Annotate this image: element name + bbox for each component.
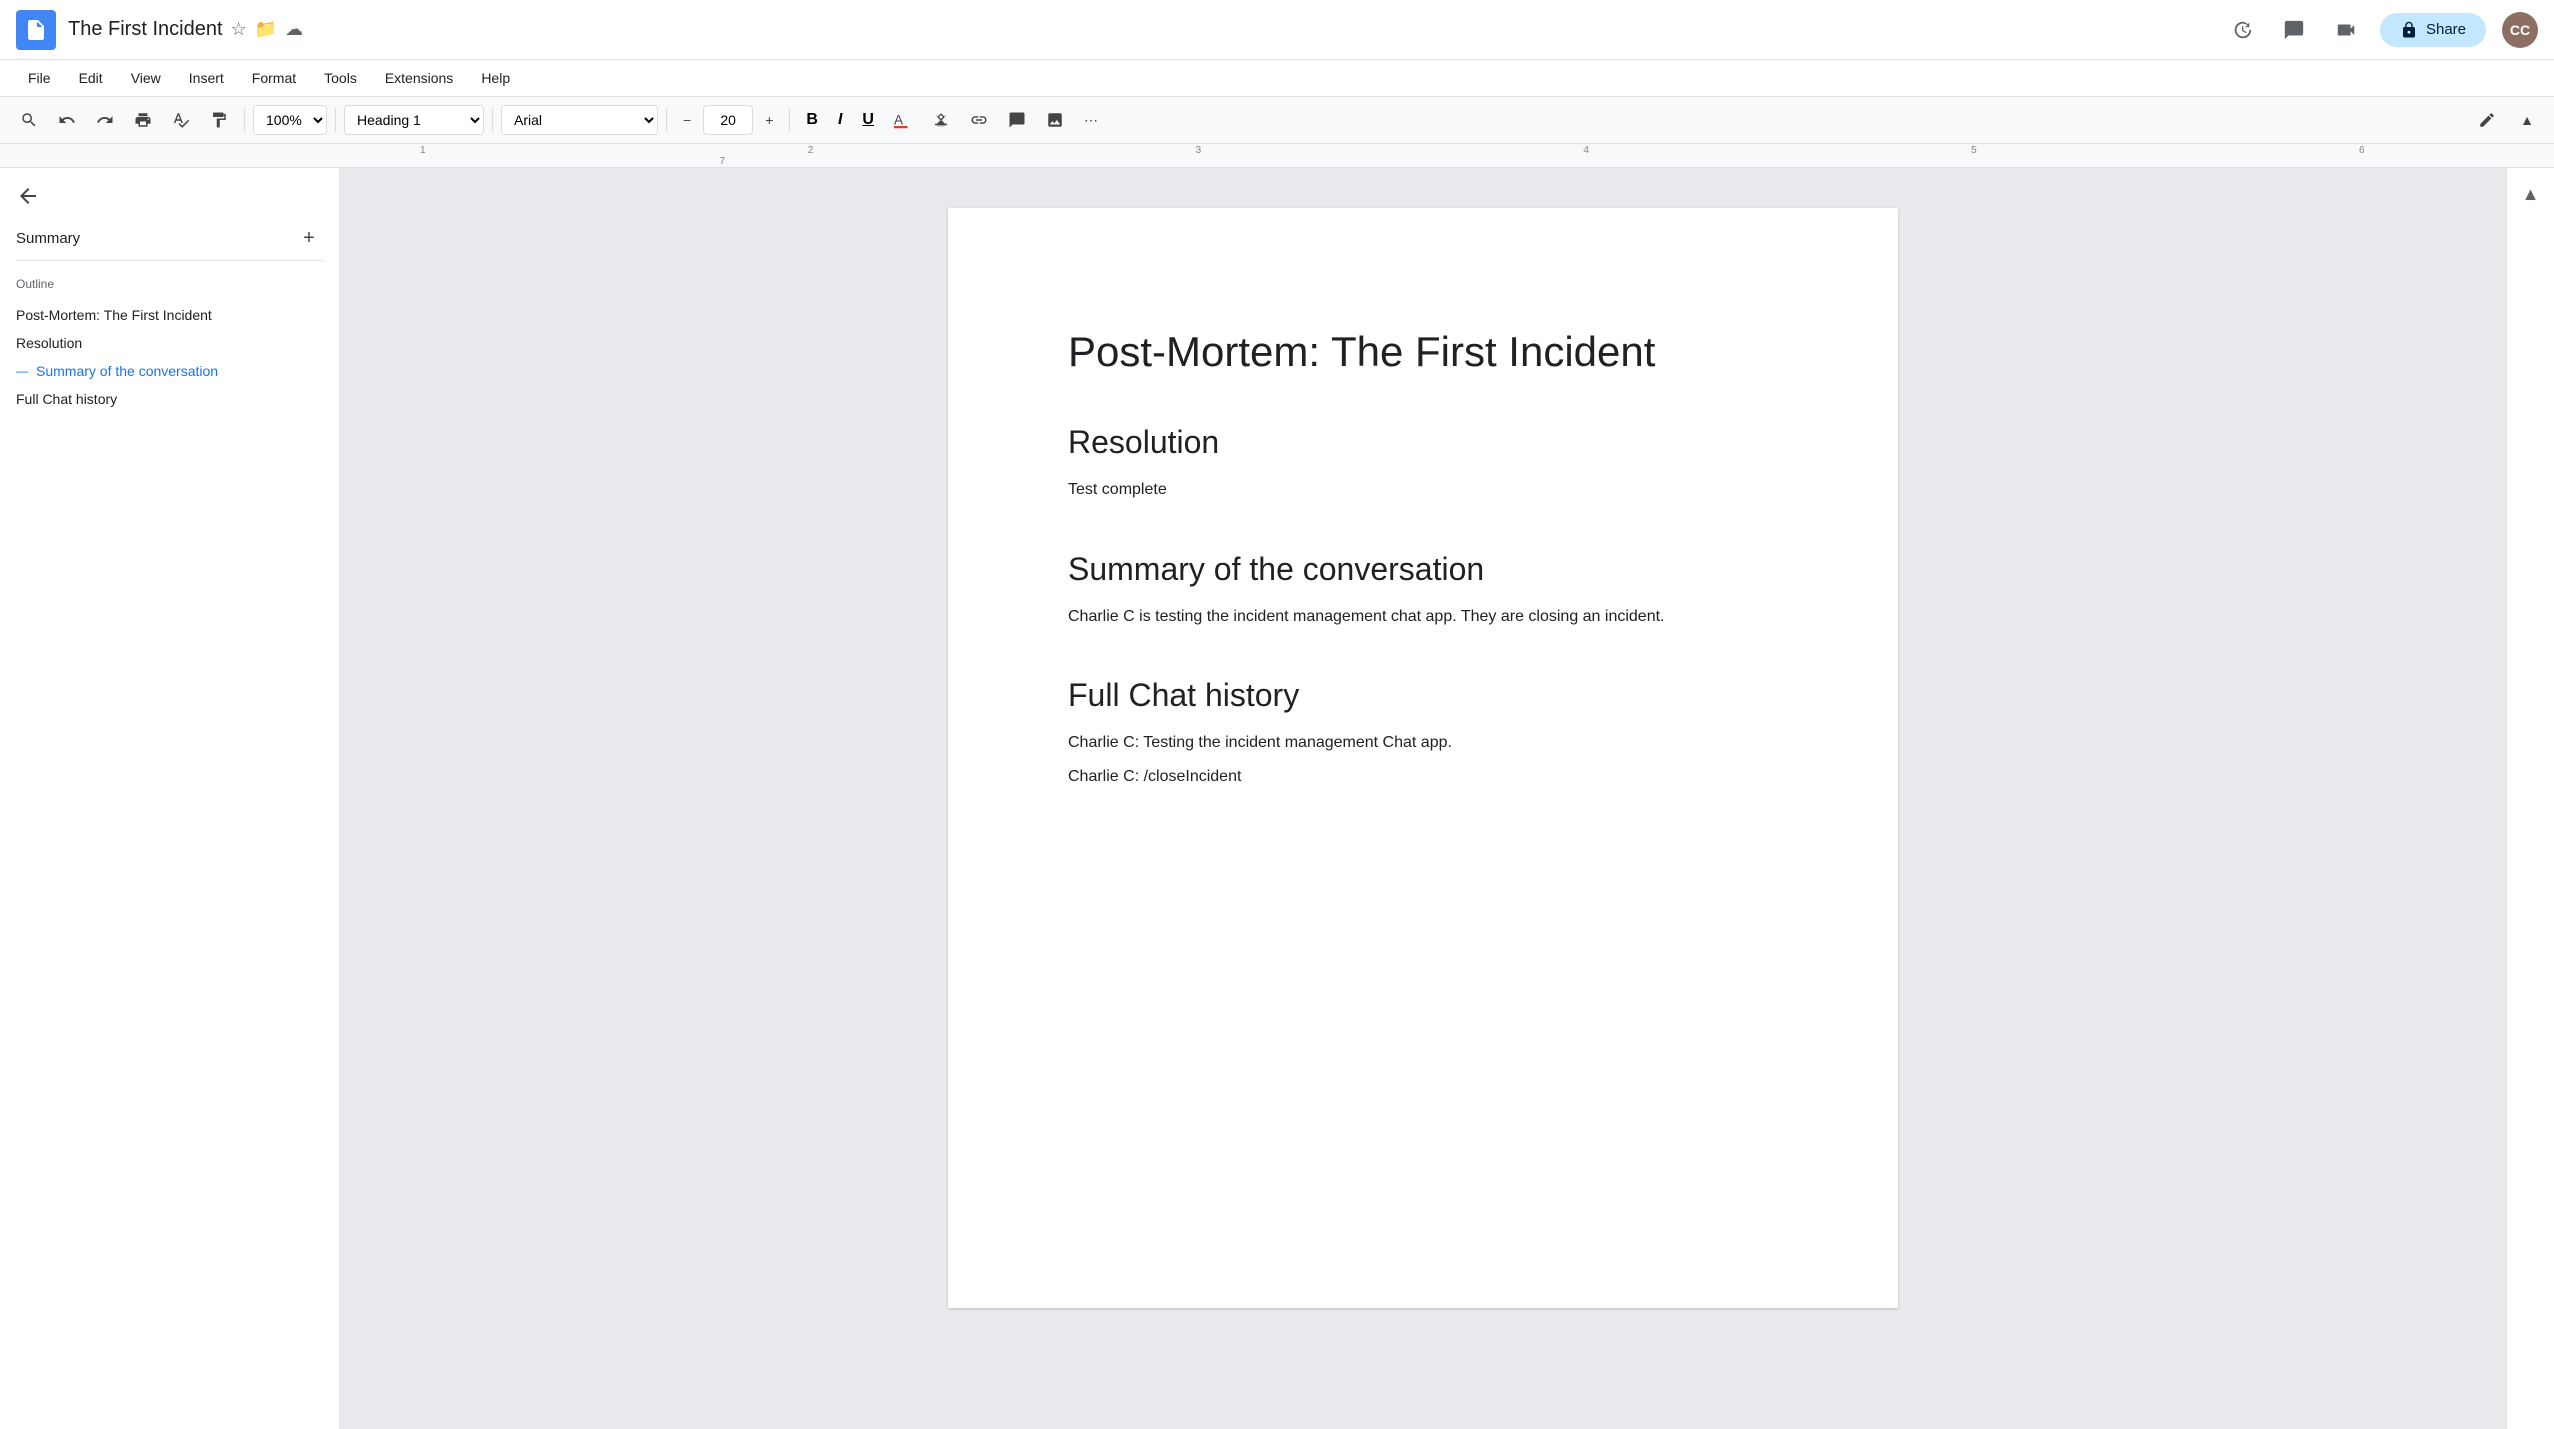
menu-help[interactable]: Help bbox=[469, 66, 522, 90]
toolbar-divider-2 bbox=[335, 108, 336, 132]
menu-file[interactable]: File bbox=[16, 66, 63, 90]
right-panel-collapse-btn[interactable]: ▲ bbox=[2513, 176, 2549, 212]
title-bar: The First Incident ☆ 📁 ☁ Share CC bbox=[0, 0, 2554, 60]
doc-chat-line-0: Charlie C: Testing the incident manageme… bbox=[1068, 730, 1778, 756]
toolbar-divider-1 bbox=[244, 108, 245, 132]
menu-bar: File Edit View Insert Format Tools Exten… bbox=[0, 60, 2554, 96]
link-btn[interactable] bbox=[962, 103, 996, 137]
print-btn[interactable] bbox=[126, 103, 160, 137]
document-title[interactable]: The First Incident bbox=[68, 18, 223, 41]
outline-item-1[interactable]: Resolution bbox=[16, 331, 323, 355]
folder-icon[interactable]: 📁 bbox=[255, 19, 277, 40]
outline-item-label-2: Summary of the conversation bbox=[36, 363, 218, 379]
font-selector[interactable]: Arial Times New Roman Courier New bbox=[501, 105, 658, 135]
menu-tools[interactable]: Tools bbox=[312, 66, 369, 90]
more-btn[interactable]: ⋯ bbox=[1076, 103, 1106, 137]
sidebar-divider bbox=[16, 260, 323, 261]
svg-text:A: A bbox=[894, 113, 903, 128]
redo-btn[interactable] bbox=[88, 103, 122, 137]
comment-button[interactable] bbox=[2276, 12, 2312, 48]
bold-btn[interactable]: B bbox=[798, 103, 826, 137]
add-summary-btn[interactable]: + bbox=[295, 224, 323, 252]
collapse-btn[interactable]: ▲ bbox=[2512, 103, 2542, 137]
title-area: The First Incident ☆ 📁 ☁ bbox=[68, 18, 303, 41]
spellcheck-btn[interactable] bbox=[164, 103, 198, 137]
image-btn[interactable] bbox=[1038, 103, 1072, 137]
menu-edit[interactable]: Edit bbox=[67, 66, 115, 90]
share-label: Share bbox=[2426, 21, 2466, 38]
outline-item-2[interactable]: Summary of the conversation bbox=[16, 359, 323, 383]
comment-inline-btn[interactable] bbox=[1000, 103, 1034, 137]
outline-label: Outline bbox=[16, 277, 323, 291]
increase-font-btn[interactable]: + bbox=[757, 103, 781, 137]
font-size-input[interactable] bbox=[703, 105, 753, 135]
toolbar-divider-5 bbox=[789, 108, 790, 132]
italic-btn[interactable]: I bbox=[830, 103, 850, 137]
doc-body-summary: Charlie C is testing the incident manage… bbox=[1068, 604, 1778, 630]
ruler: 1 2 3 4 5 6 7 bbox=[0, 144, 2554, 168]
doc-area[interactable]: Post-Mortem: The First Incident Resoluti… bbox=[340, 168, 2506, 1429]
title-bar-right: Share CC bbox=[2224, 12, 2538, 48]
menu-insert[interactable]: Insert bbox=[177, 66, 236, 90]
main-layout: Summary + Outline Post-Mortem: The First… bbox=[0, 168, 2554, 1429]
outline-item-label-3: Full Chat history bbox=[16, 391, 117, 407]
doc-heading-summary: Summary of the conversation bbox=[1068, 551, 1778, 588]
menu-view[interactable]: View bbox=[119, 66, 173, 90]
edit-mode-btn[interactable] bbox=[2470, 103, 2504, 137]
toolbar-divider-4 bbox=[666, 108, 667, 132]
doc-heading-resolution: Resolution bbox=[1068, 424, 1778, 461]
undo-btn[interactable] bbox=[50, 103, 84, 137]
doc-body-resolution: Test complete bbox=[1068, 477, 1778, 503]
history-button[interactable] bbox=[2224, 12, 2260, 48]
outline-item-3[interactable]: Full Chat history bbox=[16, 387, 323, 411]
sidebar: Summary + Outline Post-Mortem: The First… bbox=[0, 168, 340, 1429]
highlight-btn[interactable] bbox=[924, 103, 958, 137]
menu-format[interactable]: Format bbox=[240, 66, 308, 90]
zoom-selector[interactable]: 100% 75% 125% bbox=[253, 105, 327, 135]
decrease-font-btn[interactable]: − bbox=[675, 103, 699, 137]
style-selector[interactable]: Heading 1 Normal text Heading 2 Heading … bbox=[344, 105, 484, 135]
video-button[interactable] bbox=[2328, 12, 2364, 48]
summary-section: Summary + bbox=[16, 224, 323, 252]
outline-item-label-0: Post-Mortem: The First Incident bbox=[16, 307, 212, 323]
share-button[interactable]: Share bbox=[2380, 13, 2486, 47]
docs-logo bbox=[16, 10, 56, 50]
avatar: CC bbox=[2502, 12, 2538, 48]
paint-format-btn[interactable] bbox=[202, 103, 236, 137]
doc-chat-line-1: Charlie C: /closeIncident bbox=[1068, 764, 1778, 790]
text-color-btn[interactable]: A bbox=[886, 103, 920, 137]
cloud-icon[interactable]: ☁ bbox=[285, 19, 303, 40]
outline-item-label-1: Resolution bbox=[16, 335, 82, 351]
menu-extensions[interactable]: Extensions bbox=[373, 66, 465, 90]
doc-main-title: Post-Mortem: The First Incident bbox=[1068, 328, 1778, 376]
document-page: Post-Mortem: The First Incident Resoluti… bbox=[948, 208, 1898, 1308]
search-toolbar-btn[interactable] bbox=[12, 103, 46, 137]
sidebar-back-btn[interactable] bbox=[16, 184, 323, 208]
summary-label: Summary bbox=[16, 230, 80, 247]
star-icon[interactable]: ☆ bbox=[231, 19, 247, 40]
toolbar-divider-3 bbox=[492, 108, 493, 132]
right-panel: ▲ bbox=[2506, 168, 2554, 1429]
doc-heading-chat: Full Chat history bbox=[1068, 677, 1778, 714]
toolbar: 100% 75% 125% Heading 1 Normal text Head… bbox=[0, 96, 2554, 144]
outline-item-0[interactable]: Post-Mortem: The First Incident bbox=[16, 303, 323, 327]
underline-btn[interactable]: U bbox=[854, 103, 882, 137]
